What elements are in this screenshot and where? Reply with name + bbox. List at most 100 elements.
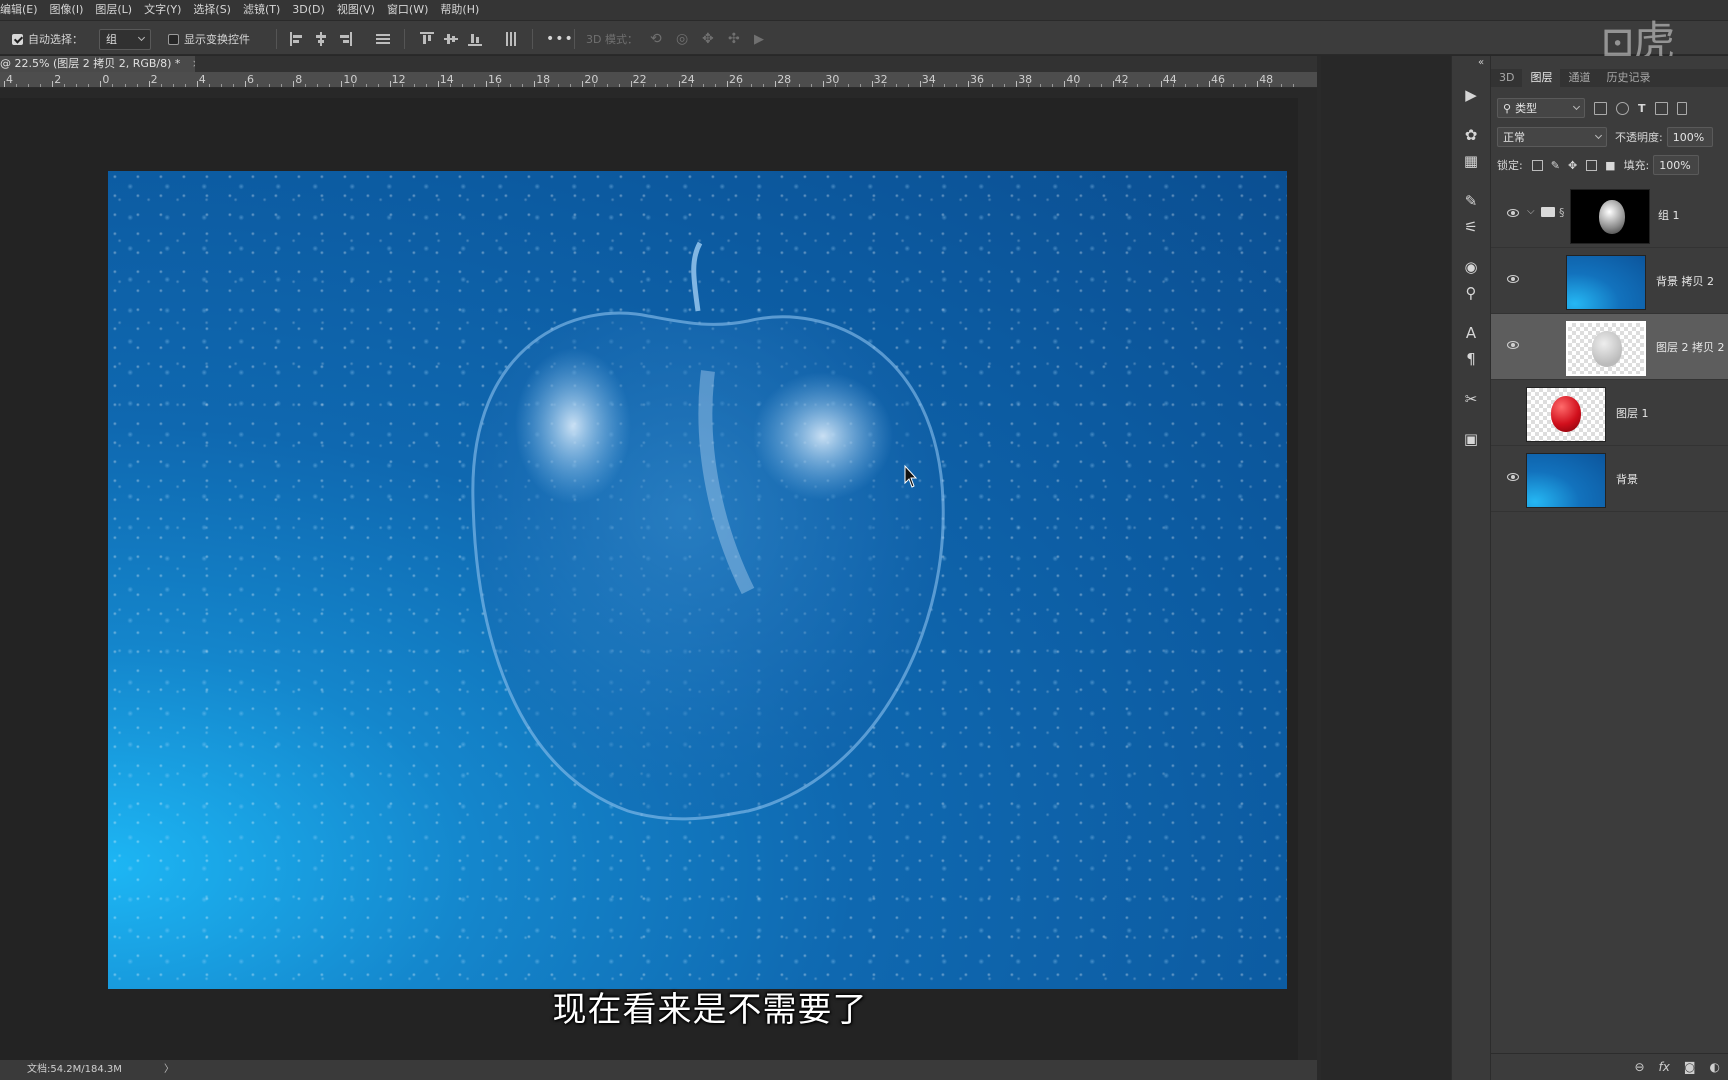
ruler-tick <box>341 81 343 87</box>
ruler-minor-tick <box>1088 84 1090 87</box>
ruler-minor-tick <box>124 84 126 87</box>
align-left-icon[interactable] <box>290 32 304 46</box>
3d-pan-icon[interactable]: ✥ <box>702 30 714 48</box>
image-canvas[interactable] <box>108 171 1287 989</box>
filter-adjustment-icon[interactable] <box>1616 101 1629 115</box>
lock-transparent-icon[interactable] <box>1531 159 1543 171</box>
character-icon[interactable]: A <box>1453 320 1489 346</box>
options-bar: 自动选择： 组 显示变换控件 ••• 3D 模式： ⟲ ◎ ✥ ✣ ▶ <box>0 20 1728 55</box>
align-hcenter-icon[interactable] <box>314 32 328 46</box>
menu-3d[interactable]: 3D(D) <box>286 0 331 20</box>
align-bottom-icon[interactable] <box>468 32 482 46</box>
fx-icon[interactable]: fx <box>1659 1060 1670 1074</box>
paragraph-icon[interactable]: ¶ <box>1453 346 1489 372</box>
expand-chevron-icon[interactable]: ⌵ <box>1527 206 1535 217</box>
status-menu-arrow-icon[interactable]: 〉 <box>164 1060 174 1080</box>
document-tab[interactable]: @ 22.5% (图层 2 拷贝 2, RGB/8) * × <box>0 56 201 72</box>
filter-pixel-icon[interactable] <box>1594 101 1607 115</box>
opacity-input[interactable]: 100% <box>1666 127 1713 147</box>
mask-icon[interactable]: ◙ <box>1684 1060 1696 1074</box>
blend-mode-dropdown[interactable]: 正常 <box>1497 127 1607 147</box>
menu-layer[interactable]: 图层(L) <box>89 0 138 20</box>
auto-select-dropdown[interactable]: 组 <box>99 28 151 50</box>
3d-orbit-icon[interactable]: ⟲ <box>650 30 662 48</box>
ruler-label: 36 <box>970 73 984 86</box>
ruler-minor-tick <box>112 84 114 87</box>
show-transform-label: 显示变换控件 <box>184 33 250 46</box>
ruler-minor-tick <box>377 84 379 87</box>
tab-history[interactable]: 历史记录 <box>1598 69 1658 87</box>
ruler-minor-tick <box>690 84 692 87</box>
video-subtitle: 现在看来是不需要了 <box>552 990 868 1030</box>
align-right-icon[interactable] <box>338 32 352 46</box>
filter-shape-icon[interactable] <box>1654 101 1668 115</box>
search-icon: ⚲ <box>1503 101 1512 115</box>
ruler-label: 0 <box>102 73 110 86</box>
fill-input[interactable]: 100% <box>1653 155 1700 175</box>
layer-filter-dropdown[interactable]: ⚲ 类型 <box>1497 98 1585 118</box>
show-transform-checkbox[interactable]: 显示变换控件 <box>168 30 250 48</box>
visibility-eye-icon[interactable] <box>1507 473 1519 481</box>
menu-edit[interactable]: 编辑(E) <box>0 0 44 20</box>
menu-type[interactable]: 文字(Y) <box>138 0 187 20</box>
ruler-tick <box>1016 81 1018 87</box>
distribute-horizontal-icon[interactable] <box>376 32 390 46</box>
brush-settings-icon[interactable]: ⚟ <box>1453 214 1489 240</box>
filter-smart-object-icon[interactable] <box>1676 101 1687 115</box>
ruler-minor-tick <box>606 84 608 87</box>
visibility-eye-icon[interactable] <box>1507 275 1519 283</box>
layer-row-layer1[interactable]: 图层 1 <box>1491 380 1728 446</box>
ruler-minor-tick <box>498 84 500 87</box>
align-vcenter-icon[interactable] <box>444 32 458 46</box>
menu-select[interactable]: 选择(S) <box>187 0 237 20</box>
adjustment-icon[interactable]: ◐ <box>1710 1060 1720 1074</box>
tool-presets-icon[interactable]: ⚲ <box>1453 280 1489 306</box>
tools-icon[interactable]: ✂ <box>1453 386 1489 412</box>
ruler-minor-tick <box>594 84 596 87</box>
ruler-minor-tick <box>751 84 753 87</box>
ruler-minor-tick <box>895 84 897 87</box>
checkbox-checked-icon <box>12 33 23 45</box>
lock-artboard-icon[interactable] <box>1586 159 1598 171</box>
clone-source-icon[interactable]: ◉ <box>1453 254 1489 280</box>
lock-image-icon[interactable]: ✎ <box>1551 159 1560 172</box>
3d-roll-icon[interactable]: ◎ <box>676 30 688 48</box>
ruler-tick <box>775 81 777 87</box>
filter-type-icon[interactable]: T <box>1638 102 1646 115</box>
layer-row-group1[interactable]: ⌵ § 组 1 <box>1491 182 1728 248</box>
menu-image[interactable]: 图像(I) <box>44 0 90 20</box>
visibility-eye-icon[interactable] <box>1507 209 1519 217</box>
menu-filter[interactable]: 滤镜(T) <box>237 0 286 20</box>
swatches-grid-icon[interactable]: ▦ <box>1453 148 1489 174</box>
ruler-minor-tick <box>859 84 861 87</box>
play-actions-icon[interactable]: ▶ <box>1453 82 1489 108</box>
tab-3d[interactable]: 3D <box>1491 69 1522 87</box>
menu-view[interactable]: 视图(V) <box>331 0 381 20</box>
3d-camera-icon[interactable]: ▶ <box>754 30 764 48</box>
lock-position-icon[interactable]: ✥ <box>1568 159 1577 172</box>
brush-icon[interactable]: ✎ <box>1453 188 1489 214</box>
collapse-panels-icon[interactable]: « <box>1478 57 1484 68</box>
tab-layers[interactable]: 图层 <box>1522 69 1561 87</box>
menu-window[interactable]: 窗口(W) <box>381 0 434 20</box>
visibility-eye-icon[interactable] <box>1507 341 1519 349</box>
layer-row-background[interactable]: 背景 <box>1491 446 1728 512</box>
more-options-button[interactable]: ••• <box>546 30 574 48</box>
menu-help[interactable]: 帮助(H) <box>434 0 485 20</box>
horizontal-ruler[interactable]: 4 2 0 2 4 6 8 10 12 14 16 18 20 22 24 26 28 30 32 34 36 38 40 4… <box>0 72 1317 88</box>
ruler-label: 4 <box>198 73 206 86</box>
layer-row-layer2-copy2[interactable]: 图层 2 拷贝 2 <box>1491 314 1728 380</box>
3d-slide-icon[interactable]: ✣ <box>728 30 740 48</box>
tab-channels[interactable]: 通道 <box>1560 69 1598 87</box>
properties-icon[interactable]: ▣ <box>1453 426 1489 452</box>
align-top-icon[interactable] <box>420 32 434 46</box>
divider <box>276 29 277 49</box>
lock-all-icon[interactable]: ■ <box>1605 159 1615 172</box>
distribute-vertical-icon[interactable] <box>504 32 518 46</box>
ruler-minor-tick <box>413 84 415 87</box>
layer-name: 背景 拷贝 2 <box>1656 275 1714 288</box>
auto-select-checkbox[interactable]: 自动选择： <box>12 30 83 48</box>
link-icon[interactable]: ⊖ <box>1634 1060 1644 1074</box>
color-palette-icon[interactable]: ✿ <box>1453 122 1489 148</box>
layer-row-background-copy2[interactable]: 背景 拷贝 2 <box>1491 248 1728 314</box>
